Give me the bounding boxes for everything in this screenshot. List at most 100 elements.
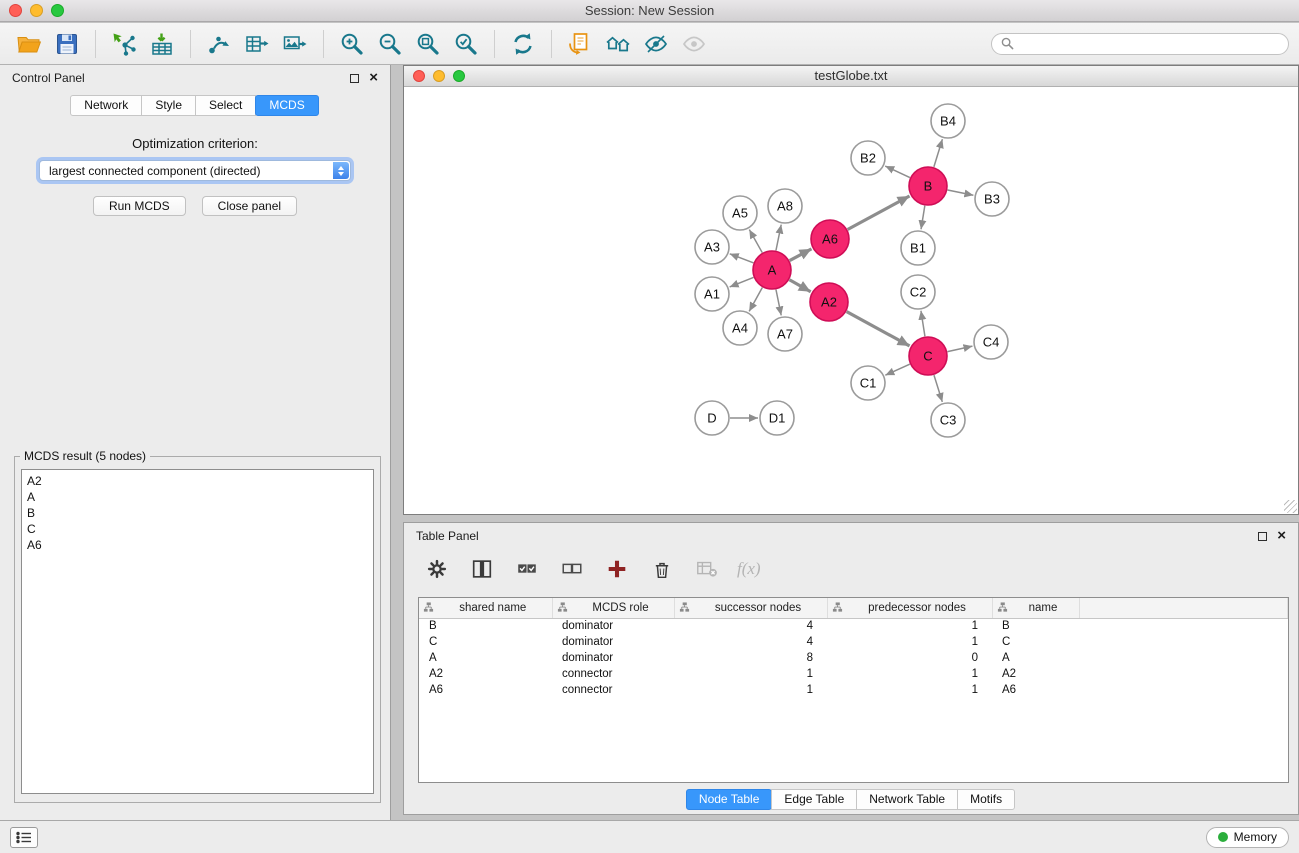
tab-network[interactable]: Network	[70, 95, 142, 116]
node-C2[interactable]: C2	[901, 275, 935, 309]
node-A6[interactable]: A6	[811, 220, 849, 258]
cell[interactable]: dominator	[552, 618, 674, 634]
edge-A-A8[interactable]	[776, 225, 781, 251]
export-network-button[interactable]	[200, 27, 238, 61]
cell[interactable]: C	[419, 634, 552, 650]
edge-C-C2[interactable]	[921, 311, 925, 336]
node-C4[interactable]: C4	[974, 325, 1008, 359]
node-B1[interactable]: B1	[901, 231, 935, 265]
edge-B-B2[interactable]	[885, 166, 910, 178]
delete-row-button[interactable]	[647, 554, 677, 584]
zoom-window-button[interactable]	[51, 4, 64, 17]
column-header-mcds-role[interactable]: MCDS role	[552, 598, 674, 618]
cell[interactable]: 1	[827, 618, 992, 634]
cell[interactable]: A2	[419, 666, 552, 682]
node-D1[interactable]: D1	[760, 401, 794, 435]
edge-A2-C[interactable]	[847, 312, 910, 346]
close-table-panel-icon[interactable]: ×	[1277, 530, 1286, 542]
result-item-b[interactable]: B	[27, 505, 368, 521]
cell[interactable]: B	[992, 618, 1079, 634]
open-session-button[interactable]	[10, 27, 48, 61]
network-close-button[interactable]	[413, 70, 425, 82]
node-C3[interactable]: C3	[931, 403, 965, 437]
edge-B-B3[interactable]	[948, 190, 974, 195]
cell[interactable]: A6	[992, 682, 1079, 698]
table-row[interactable]: A2connector11A2	[419, 666, 1288, 682]
cell[interactable]: A	[419, 650, 552, 666]
float-panel-icon[interactable]	[350, 74, 359, 83]
cell[interactable]: connector	[552, 666, 674, 682]
run-mcds-button[interactable]: Run MCDS	[93, 196, 186, 216]
tab-edge-table[interactable]: Edge Table	[771, 789, 857, 810]
node-A3[interactable]: A3	[695, 230, 729, 264]
node-B2[interactable]: B2	[851, 141, 885, 175]
node-A2[interactable]: A2	[810, 283, 848, 321]
table-row[interactable]: Cdominator41C	[419, 634, 1288, 650]
close-window-button[interactable]	[9, 4, 22, 17]
edge-A-A1[interactable]	[730, 277, 754, 287]
edge-C-C1[interactable]	[885, 364, 909, 375]
unselect-all-button[interactable]	[557, 554, 587, 584]
network-zoom-button[interactable]	[453, 70, 465, 82]
edge-C-C3[interactable]	[934, 375, 942, 402]
node-A5[interactable]: A5	[723, 196, 757, 230]
zoom-in-button[interactable]	[333, 27, 371, 61]
cell[interactable]: A2	[992, 666, 1079, 682]
edge-A-A4[interactable]	[749, 288, 762, 312]
cell[interactable]: 1	[827, 634, 992, 650]
delete-table-button[interactable]	[692, 554, 722, 584]
node-C[interactable]: C	[909, 337, 947, 375]
memory-button[interactable]: Memory	[1206, 827, 1289, 848]
network-canvas[interactable]: AA6A2BCA5A8A3A1A4A7B2B4B3B1C2C1C4C3DD1	[404, 88, 1298, 514]
export-table-button[interactable]	[238, 27, 276, 61]
cell[interactable]: 0	[827, 650, 992, 666]
cell[interactable]: A	[992, 650, 1079, 666]
close-panel-button[interactable]: Close panel	[202, 196, 297, 216]
optimization-dropdown[interactable]: largest connected component (directed)	[39, 160, 351, 181]
result-item-a[interactable]: A	[27, 489, 368, 505]
import-table-button[interactable]	[143, 27, 181, 61]
zoom-out-button[interactable]	[371, 27, 409, 61]
edge-A-A5[interactable]	[749, 230, 762, 253]
show-hide-button[interactable]	[675, 27, 713, 61]
float-table-panel-icon[interactable]	[1258, 532, 1267, 541]
column-header-successor-nodes[interactable]: successor nodes	[674, 598, 827, 618]
settings-gear-button[interactable]	[422, 554, 452, 584]
cell[interactable]: dominator	[552, 650, 674, 666]
column-header-predecessor-nodes[interactable]: predecessor nodes	[827, 598, 992, 618]
select-all-button[interactable]	[512, 554, 542, 584]
node-A4[interactable]: A4	[723, 311, 757, 345]
cell[interactable]: dominator	[552, 634, 674, 650]
column-header-name[interactable]: name	[992, 598, 1079, 618]
tab-motifs[interactable]: Motifs	[957, 789, 1015, 810]
export-image-button[interactable]	[276, 27, 314, 61]
add-row-button[interactable]	[602, 554, 632, 584]
edge-A-A6[interactable]	[790, 249, 812, 261]
graphics-details-button[interactable]	[637, 27, 675, 61]
minimize-window-button[interactable]	[30, 4, 43, 17]
result-item-a6[interactable]: A6	[27, 537, 368, 553]
cell[interactable]: 1	[674, 682, 827, 698]
edge-B-B1[interactable]	[921, 206, 925, 229]
cell[interactable]: 1	[827, 666, 992, 682]
search-input[interactable]	[1020, 37, 1279, 51]
tab-style[interactable]: Style	[141, 95, 196, 116]
resize-grip[interactable]	[1284, 500, 1297, 513]
edge-A-A3[interactable]	[730, 254, 754, 263]
result-item-c[interactable]: C	[27, 521, 368, 537]
node-B[interactable]: B	[909, 167, 947, 205]
cell[interactable]: A6	[419, 682, 552, 698]
table-row[interactable]: A6connector11A6	[419, 682, 1288, 698]
zoom-selected-button[interactable]	[447, 27, 485, 61]
cell[interactable]: 8	[674, 650, 827, 666]
cell[interactable]: 1	[674, 666, 827, 682]
tab-network-table[interactable]: Network Table	[856, 789, 958, 810]
search-box[interactable]	[991, 33, 1289, 55]
tab-select[interactable]: Select	[195, 95, 256, 116]
node-table-container[interactable]: shared nameMCDS rolesuccessor nodesprede…	[418, 597, 1289, 783]
network-view[interactable]: AA6A2BCA5A8A3A1A4A7B2B4B3B1C2C1C4C3DD1	[404, 88, 1298, 514]
node-A[interactable]: A	[753, 251, 791, 289]
import-network-button[interactable]	[105, 27, 143, 61]
table-row[interactable]: Bdominator41B	[419, 618, 1288, 634]
node-A7[interactable]: A7	[768, 317, 802, 351]
